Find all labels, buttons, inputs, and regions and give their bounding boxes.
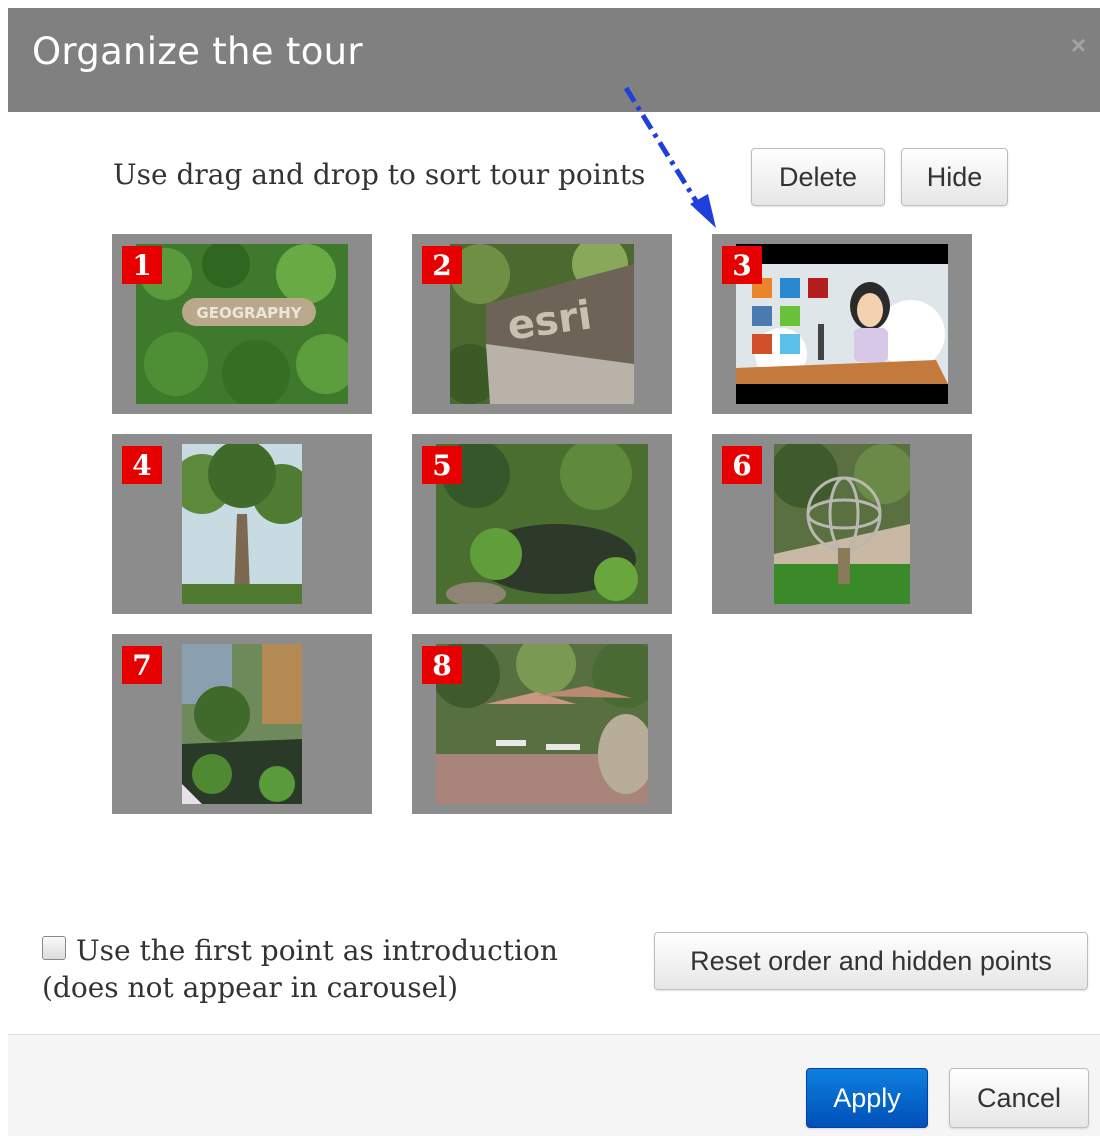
sculpture-thumbnail xyxy=(774,444,910,604)
tour-point-7[interactable]: 7 xyxy=(112,634,372,814)
organize-tour-dialog: Organize the tour × Use drag and drop to… xyxy=(0,0,1100,1136)
point-number-badge: 8 xyxy=(422,646,462,684)
esri-sign-thumbnail: esri xyxy=(450,244,634,404)
intro-checkbox[interactable] xyxy=(42,936,66,960)
geography-sign-thumbnail: GEOGRAPHY xyxy=(136,244,348,404)
palm-tree-thumbnail xyxy=(182,444,302,604)
tour-point-8[interactable]: 8 xyxy=(412,634,672,814)
tour-point-3[interactable]: 3 xyxy=(712,234,972,414)
cancel-button[interactable]: Cancel xyxy=(949,1068,1089,1128)
point-number-badge: 6 xyxy=(722,446,762,484)
intro-option-label: Use the first point as introduction (doe… xyxy=(42,934,558,1004)
cartoon-office-thumbnail xyxy=(736,244,948,404)
tour-point-4[interactable]: 4 xyxy=(112,434,372,614)
delete-button[interactable]: Delete xyxy=(751,148,885,206)
garden-pond-thumbnail xyxy=(436,444,648,604)
patio-thumbnail xyxy=(436,644,648,804)
point-number-badge: 7 xyxy=(122,646,162,684)
instruction-text: Use drag and drop to sort tour points xyxy=(113,158,646,191)
point-number-badge: 5 xyxy=(422,446,462,484)
point-number-badge: 1 xyxy=(122,246,162,284)
point-number-badge: 4 xyxy=(122,446,162,484)
apply-button[interactable]: Apply xyxy=(806,1068,928,1128)
close-icon[interactable]: × xyxy=(1071,30,1086,61)
tour-point-5[interactable]: 5 xyxy=(412,434,672,614)
svg-text:GEOGRAPHY: GEOGRAPHY xyxy=(196,304,302,322)
reset-order-button[interactable]: Reset order and hidden points xyxy=(654,932,1088,990)
point-number-badge: 2 xyxy=(422,246,462,284)
courtyard-pond-thumbnail xyxy=(182,644,302,804)
dialog-header: Organize the tour × xyxy=(8,8,1100,112)
dialog-title: Organize the tour xyxy=(32,30,363,73)
tour-point-6[interactable]: 6 xyxy=(712,434,972,614)
dialog-footer xyxy=(8,1034,1100,1136)
tour-point-1[interactable]: GEOGRAPHY 1 xyxy=(112,234,372,414)
point-number-badge: 3 xyxy=(722,246,762,284)
tour-point-2[interactable]: esri 2 xyxy=(412,234,672,414)
hide-button[interactable]: Hide xyxy=(901,148,1008,206)
